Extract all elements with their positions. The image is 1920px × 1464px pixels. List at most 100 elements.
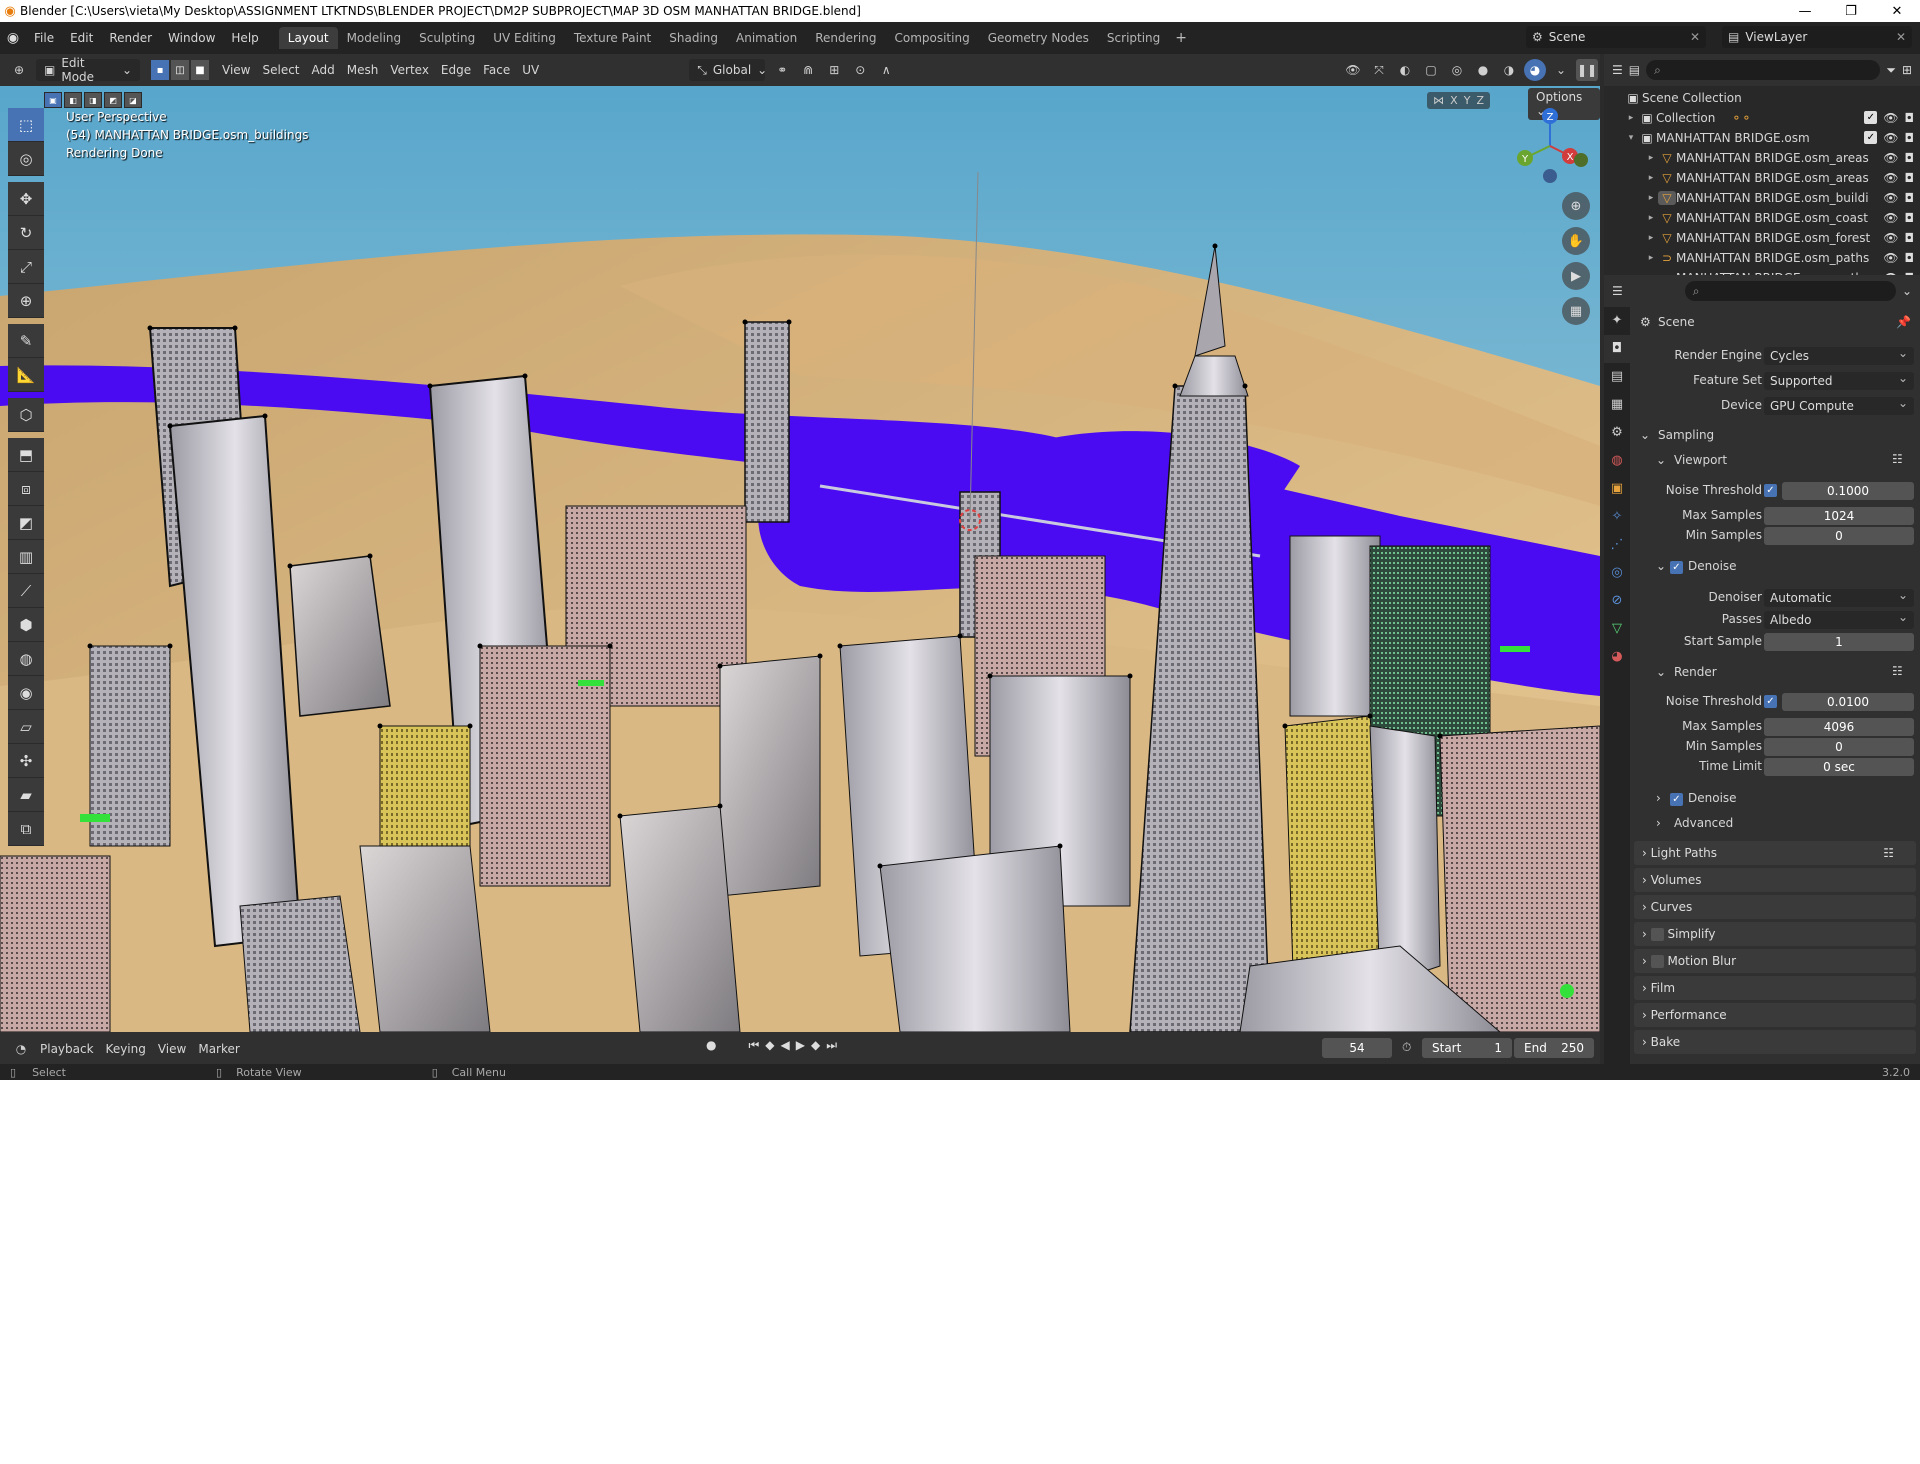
properties-editor-icon[interactable]: ☰ bbox=[1612, 284, 1623, 298]
r-min-samples-field[interactable]: 0 bbox=[1764, 738, 1914, 756]
spin-tool-icon[interactable]: ◍ bbox=[8, 642, 44, 676]
rendered-shading-icon[interactable]: ◕ bbox=[1524, 59, 1546, 81]
shear-tool-icon[interactable]: ▰ bbox=[8, 778, 44, 812]
overlay-icon[interactable]: ◐ bbox=[1394, 59, 1416, 81]
camera-render-icon[interactable]: ◘ bbox=[1905, 211, 1915, 225]
smooth-tool-icon[interactable]: ◉ bbox=[8, 676, 44, 710]
properties-search-input[interactable]: ⌕ bbox=[1684, 281, 1896, 301]
chevron-down-icon[interactable]: ⌄ bbox=[1656, 453, 1666, 467]
output-tab-icon[interactable]: ▤ bbox=[1604, 363, 1630, 391]
panel-motion-blur[interactable]: › Motion Blur bbox=[1634, 949, 1916, 973]
menu-mesh[interactable]: Mesh bbox=[341, 59, 385, 81]
panel-bake[interactable]: › Bake bbox=[1634, 1030, 1916, 1054]
menu-help[interactable]: Help bbox=[223, 31, 266, 45]
expand-icon[interactable]: ▸ bbox=[1644, 173, 1658, 183]
tab-shading[interactable]: Shading bbox=[660, 27, 727, 49]
loop-cut-tool-icon[interactable]: ▥ bbox=[8, 540, 44, 574]
chevron-down-icon[interactable]: ⌄ bbox=[1550, 59, 1572, 81]
poly-build-tool-icon[interactable]: ⬢ bbox=[8, 608, 44, 642]
vp-denoise-checkbox[interactable]: ✓ bbox=[1670, 561, 1683, 574]
panel-simplify[interactable]: › Simplify bbox=[1634, 922, 1916, 946]
gizmo-icon[interactable]: ⤧ bbox=[1368, 59, 1390, 81]
editor-type-icon[interactable]: ⊕ bbox=[8, 59, 30, 81]
pin-icon[interactable]: 📌 bbox=[1896, 315, 1911, 329]
edge-slide-tool-icon[interactable]: ▱ bbox=[8, 710, 44, 744]
camera-render-icon[interactable]: ◘ bbox=[1905, 171, 1915, 185]
tab-uv-editing[interactable]: UV Editing bbox=[484, 27, 565, 49]
play-reverse-icon[interactable]: ◀ bbox=[781, 1038, 790, 1053]
r-denoise-checkbox[interactable]: ✓ bbox=[1670, 793, 1683, 806]
close-icon[interactable]: ✕ bbox=[1690, 30, 1700, 44]
select-box-tool-icon[interactable]: ⬚ bbox=[8, 108, 44, 142]
transform-tool-icon[interactable]: ⊕ bbox=[8, 284, 44, 318]
jump-end-icon[interactable]: ⏭ bbox=[826, 1038, 837, 1053]
preset-list-icon[interactable]: ☷ bbox=[1883, 841, 1894, 865]
select-invert-icon[interactable]: ◩ bbox=[104, 92, 122, 108]
falloff-icon[interactable]: ∧ bbox=[875, 59, 897, 81]
blender-menu-icon[interactable]: ◉ bbox=[0, 30, 26, 46]
extrude-tool-icon[interactable]: ⬒ bbox=[8, 438, 44, 472]
expand-icon[interactable]: ▸ bbox=[1644, 253, 1658, 263]
preset-list-icon[interactable]: ☷ bbox=[1892, 664, 1903, 678]
add-cube-tool-icon[interactable]: ⬡ bbox=[8, 398, 44, 432]
outliner-row-object-active[interactable]: ▸ ▽ MANHATTAN BRIDGE.osm_buildi 👁 ◘ bbox=[1604, 188, 1920, 208]
measure-tool-icon[interactable]: 📐 bbox=[8, 358, 44, 392]
eye-icon[interactable]: 👁 bbox=[1883, 111, 1898, 125]
filter-icon[interactable]: ⏷ bbox=[1886, 63, 1896, 78]
menu-playback[interactable]: Playback bbox=[34, 1038, 100, 1060]
panel-volumes[interactable]: › Volumes bbox=[1634, 868, 1916, 892]
tab-geometry-nodes[interactable]: Geometry Nodes bbox=[979, 27, 1098, 49]
eye-icon[interactable]: 👁 bbox=[1883, 171, 1898, 185]
menu-file[interactable]: File bbox=[26, 31, 62, 45]
expand-icon[interactable]: ▸ bbox=[1644, 193, 1658, 203]
material-shading-icon[interactable]: ◑ bbox=[1498, 59, 1520, 81]
view-layer-selector[interactable]: ▤ ViewLayer ✕ bbox=[1722, 26, 1912, 48]
proportional-edit-icon[interactable]: ⊙ bbox=[849, 59, 871, 81]
orientation-dropdown[interactable]: ⤡ Global ⌄ bbox=[689, 59, 767, 81]
chevron-down-icon[interactable]: ⌄ bbox=[1640, 428, 1650, 442]
camera-render-icon[interactable]: ◘ bbox=[1905, 151, 1915, 165]
tab-scripting[interactable]: Scripting bbox=[1098, 27, 1169, 49]
denoiser-dropdown[interactable]: Automatic bbox=[1764, 586, 1914, 607]
close-button[interactable]: ✕ bbox=[1874, 0, 1920, 22]
simplify-checkbox[interactable] bbox=[1650, 928, 1664, 941]
rotate-tool-icon[interactable]: ↻ bbox=[8, 216, 44, 250]
pause-icon[interactable]: ❚❚ bbox=[1576, 59, 1598, 81]
menu-uv[interactable]: UV bbox=[516, 59, 545, 81]
material-tab-icon[interactable]: ◕ bbox=[1604, 643, 1630, 671]
expand-icon[interactable]: ▸ bbox=[1624, 113, 1638, 123]
outliner-row-collection[interactable]: ▸ ▣ Collection ⚬⚬ ✓ 👁 ◘ bbox=[1604, 108, 1920, 128]
restore-button[interactable]: ❐ bbox=[1828, 0, 1874, 22]
outliner-editor-icon[interactable]: ☰ bbox=[1612, 63, 1623, 77]
tool-tab-icon[interactable]: ✦ bbox=[1604, 307, 1630, 335]
vp-min-samples-field[interactable]: 0 bbox=[1764, 527, 1914, 545]
menu-vertex[interactable]: Vertex bbox=[384, 59, 435, 81]
shrink-tool-icon[interactable]: ✣ bbox=[8, 744, 44, 778]
viewport-subpanel-header[interactable]: Viewport bbox=[1674, 453, 1727, 467]
start-sample-field[interactable]: 1 bbox=[1764, 633, 1914, 651]
add-workspace-button[interactable]: + bbox=[1169, 30, 1193, 46]
minimize-button[interactable]: — bbox=[1782, 0, 1828, 22]
eye-icon[interactable]: 👁 bbox=[1883, 211, 1898, 225]
camera-icon[interactable]: ▶ bbox=[1562, 262, 1590, 290]
expand-icon[interactable]: ▸ bbox=[1644, 213, 1658, 223]
camera-render-icon[interactable]: ◘ bbox=[1905, 111, 1915, 125]
camera-render-icon[interactable]: ◘ bbox=[1905, 251, 1915, 265]
view-layer-tab-icon[interactable]: ▦ bbox=[1604, 391, 1630, 419]
panel-light-paths[interactable]: › Light Paths ☷ bbox=[1634, 841, 1916, 865]
panel-curves[interactable]: › Curves bbox=[1634, 895, 1916, 919]
expand-icon[interactable]: ▸ bbox=[1644, 153, 1658, 163]
zoom-icon[interactable]: ⊕ bbox=[1562, 192, 1590, 220]
solid-shading-icon[interactable]: ● bbox=[1472, 59, 1494, 81]
tab-texture-paint[interactable]: Texture Paint bbox=[565, 27, 660, 49]
chevron-down-icon[interactable]: ⌄ bbox=[1656, 665, 1666, 679]
outliner-search-input[interactable]: ⌕ bbox=[1646, 60, 1881, 80]
camera-render-icon[interactable]: ◘ bbox=[1905, 231, 1915, 245]
render-tab-icon[interactable]: ◘ bbox=[1604, 335, 1630, 363]
constraints-tab-icon[interactable]: ⊘ bbox=[1604, 587, 1630, 615]
tab-sculpting[interactable]: Sculpting bbox=[410, 27, 484, 49]
axis-z-toggle[interactable]: Z bbox=[1476, 94, 1484, 107]
stopwatch-icon[interactable]: ⏱ bbox=[1402, 1040, 1411, 1055]
menu-render[interactable]: Render bbox=[101, 31, 160, 45]
menu-marker[interactable]: Marker bbox=[192, 1038, 245, 1060]
